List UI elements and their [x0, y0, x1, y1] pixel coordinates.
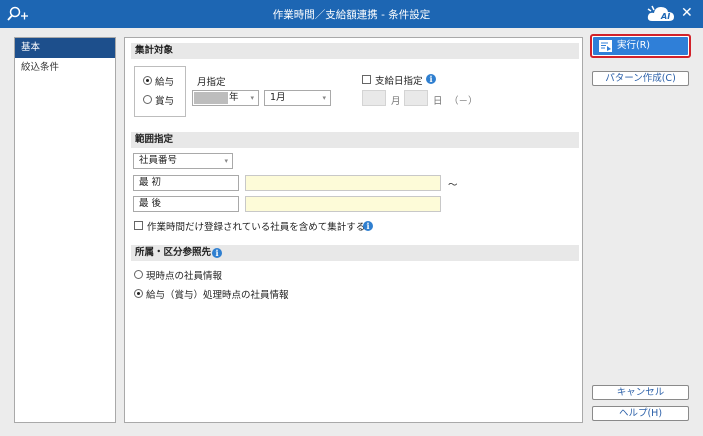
month-value: 1月	[270, 92, 286, 103]
year-value-redacted	[194, 92, 228, 104]
payday-checkbox[interactable]	[362, 75, 371, 84]
radio-bonus[interactable]	[143, 95, 152, 104]
section-aggregation-header: 集計対象	[131, 43, 579, 59]
include-worktime-checkbox[interactable]	[134, 221, 143, 230]
range-first-input[interactable]	[245, 175, 441, 191]
info-icon[interactable]: i	[426, 74, 436, 84]
close-icon[interactable]: ✕	[681, 5, 693, 21]
range-key-value: 社員番号	[139, 155, 178, 166]
help-button[interactable]: ヘルプ(H)	[592, 406, 689, 421]
window-title: 作業時間／支給額連携 - 条件設定	[272, 9, 431, 21]
year-suffix: 年	[229, 92, 239, 103]
range-key-select[interactable]: 社員番号 ▾	[133, 153, 233, 169]
radio-salary-label: 給与	[155, 77, 175, 88]
radio-process-time-employee-info-label: 給与（賞与）処理時点の社員情報	[146, 290, 289, 301]
payday-label: 支給日指定	[375, 76, 423, 87]
payday-day-input[interactable]	[404, 90, 428, 106]
radio-bonus-label: 賞与	[155, 96, 175, 107]
affiliation-header-label: 所属・区分参照先	[135, 247, 212, 258]
info-icon[interactable]: i	[212, 248, 222, 258]
radio-current-employee-info-label: 現時点の社員情報	[146, 271, 223, 282]
run-button-label: 実行(R)	[617, 40, 651, 51]
year-select[interactable]: 年 ▾	[192, 90, 259, 106]
chevron-down-icon: ▾	[322, 94, 326, 102]
range-tilde: ～	[448, 180, 458, 191]
sidebar-item-filter[interactable]: 絞込条件	[15, 58, 115, 78]
radio-process-time-employee-info[interactable]	[134, 289, 143, 298]
sidebar-item-basic[interactable]: 基本	[15, 38, 115, 58]
info-icon[interactable]: i	[363, 221, 373, 231]
chevron-down-icon: ▾	[250, 94, 254, 102]
section-affiliation-header: 所属・区分参照先	[131, 245, 579, 261]
range-last-input[interactable]	[245, 196, 441, 212]
ai-badge: AI	[661, 12, 671, 21]
section-range-header: 範囲指定	[131, 132, 579, 148]
radio-current-employee-info[interactable]	[134, 270, 143, 279]
month-select[interactable]: 1月 ▾	[264, 90, 331, 106]
chevron-down-icon: ▾	[224, 157, 228, 165]
include-worktime-label: 作業時間だけ登録されている社員を含めて集計する	[147, 222, 366, 233]
radio-salary[interactable]	[143, 76, 152, 85]
title-bar: 作業時間／支給額連携 - 条件設定 AI ✕	[0, 0, 703, 28]
range-first-label: 最 初	[133, 175, 239, 191]
run-icon	[599, 40, 612, 52]
payday-weekday: （－）	[449, 96, 478, 107]
range-last-label: 最 後	[133, 196, 239, 212]
cancel-button[interactable]: キャンセル	[592, 385, 689, 400]
payday-month-unit: 月	[391, 96, 401, 107]
month-spec-label: 月指定	[197, 77, 226, 88]
run-button[interactable]: 実行(R)	[590, 34, 691, 58]
sidebar: 基本 絞込条件	[14, 37, 116, 423]
create-pattern-button[interactable]: パターン作成(C)	[592, 71, 689, 86]
run-button-inner[interactable]: 実行(R)	[593, 37, 688, 55]
main-panel: 集計対象 給与 賞与 月指定 年 ▾ 1月 ▾ 支給日指定 i 月 日 （－） …	[124, 37, 583, 423]
payday-month-input[interactable]	[362, 90, 386, 106]
payday-day-unit: 日	[433, 96, 443, 107]
